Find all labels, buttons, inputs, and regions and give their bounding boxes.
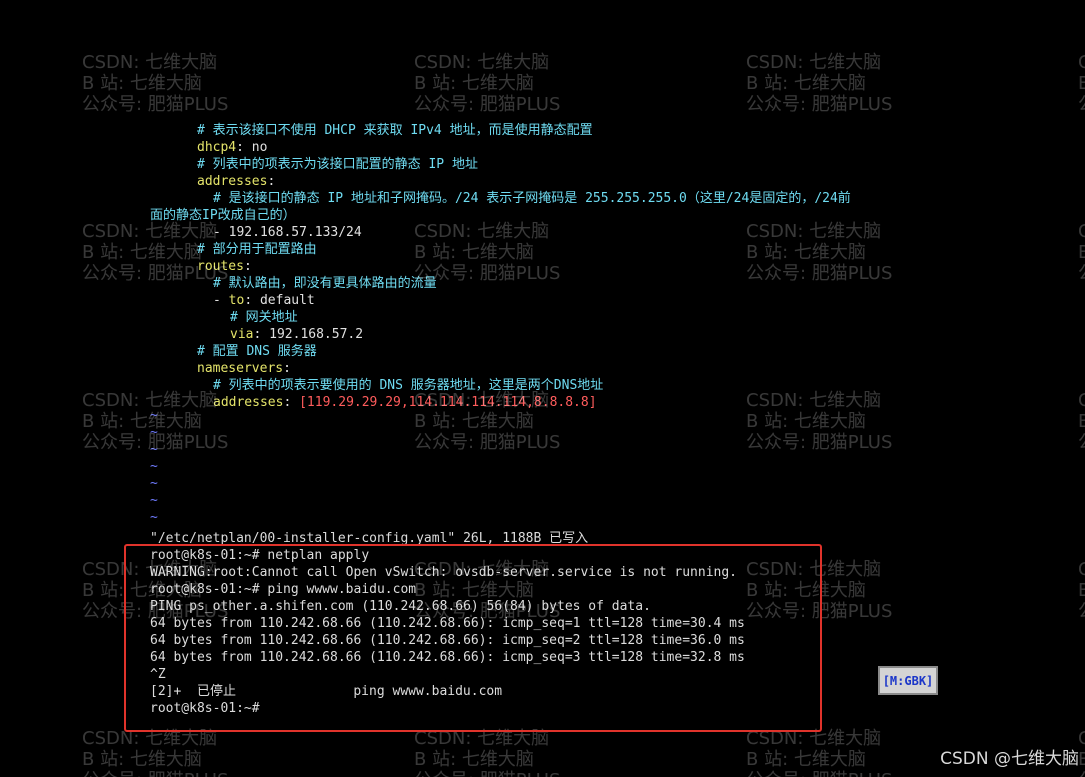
shell-line: [2]+ 已停止 ping wwww.baidu.com [150, 684, 503, 699]
route-to-value: default [259, 293, 315, 308]
comment-gateway: # 网关地址 [230, 310, 298, 325]
shell-line: 64 bytes from 110.242.68.66 (110.242.68.… [150, 650, 745, 665]
comment-routes: # 部分用于配置路由 [197, 242, 317, 257]
addresses-key: addresses [197, 174, 268, 189]
shell-line: root@k8s-01:~# netplan apply [150, 548, 370, 563]
vim-status-line: "/etc/netplan/00-installer-config.yaml" … [150, 531, 589, 546]
empty-line-marker: ~ [150, 408, 158, 423]
via-line: via: 192.168.57.2 [230, 327, 364, 342]
shell-line: WARNING:root:Cannot call Open vSwitch: o… [150, 565, 737, 580]
dns-addresses-key: addresses [213, 395, 284, 410]
empty-line-marker: ~ [150, 459, 158, 474]
empty-line-marker: ~ [150, 425, 158, 440]
comment-ip-mask-1: # 是该接口的静态 IP 地址和子网掩码。/24 表示子网掩码是 255.255… [213, 191, 851, 206]
comment-default-route: # 默认路由，即没有更具体路由的流量 [213, 276, 437, 291]
dhcp4-value: no [251, 140, 268, 155]
dns-addresses-line: addresses: [119.29.29.29,114.114.114.114… [213, 395, 597, 410]
shell-line: 64 bytes from 110.242.68.66 (110.242.68.… [150, 616, 745, 631]
routes-line: routes: [197, 259, 252, 274]
empty-line-marker: ~ [150, 510, 158, 525]
author-watermark: CSDN @七维大脑 [940, 749, 1079, 769]
route-to-line: - to: default [213, 293, 315, 308]
empty-line-marker: ~ [150, 442, 158, 457]
dhcp4-line: dhcp4: no [197, 140, 268, 155]
empty-line-marker: ~ [150, 476, 158, 491]
dns-addresses-value: [119.29.29.29,114.114.114.114,8.8.8.8] [299, 395, 597, 410]
via-value: 192.168.57.2 [269, 327, 364, 342]
comment-dns-list: # 列表中的项表示要使用的 DNS 服务器地址，这里是两个DNS地址 [213, 378, 604, 393]
via-key: via [230, 327, 254, 342]
comment-addresses: # 列表中的项表示为该接口配置的静态 IP 地址 [197, 157, 478, 172]
shell-line: PING ps_other.a.shifen.com (110.242.68.6… [150, 599, 651, 614]
comment-dns: # 配置 DNS 服务器 [197, 344, 317, 359]
terminal-window[interactable]: # 表示该接口不使用 DHCP 来获取 IPv4 地址，而是使用静态配置 dhc… [0, 0, 1085, 777]
shell-line: root@k8s-01:~# ping wwww.baidu.com [150, 582, 417, 597]
routes-key: routes [197, 259, 244, 274]
shell-line: ^Z [150, 667, 166, 682]
comment-ip-mask-2: 面的静态IP改成自己的） [150, 208, 296, 223]
address-item: - 192.168.57.133/24 [213, 225, 362, 240]
comment-no-dhcp: # 表示该接口不使用 DHCP 来获取 IPv4 地址，而是使用静态配置 [197, 123, 593, 138]
shell-line: 64 bytes from 110.242.68.66 (110.242.68.… [150, 633, 745, 648]
shell-prompt[interactable]: root@k8s-01:~# [150, 700, 260, 717]
empty-line-marker: ~ [150, 493, 158, 508]
route-to-key: to [228, 293, 245, 308]
nameservers-line: nameservers: [197, 361, 291, 376]
nameservers-key: nameservers [197, 361, 284, 376]
addresses-line: addresses: [197, 174, 276, 189]
dhcp4-key: dhcp4 [197, 140, 237, 155]
encoding-badge[interactable]: [M:GBK] [878, 666, 938, 695]
